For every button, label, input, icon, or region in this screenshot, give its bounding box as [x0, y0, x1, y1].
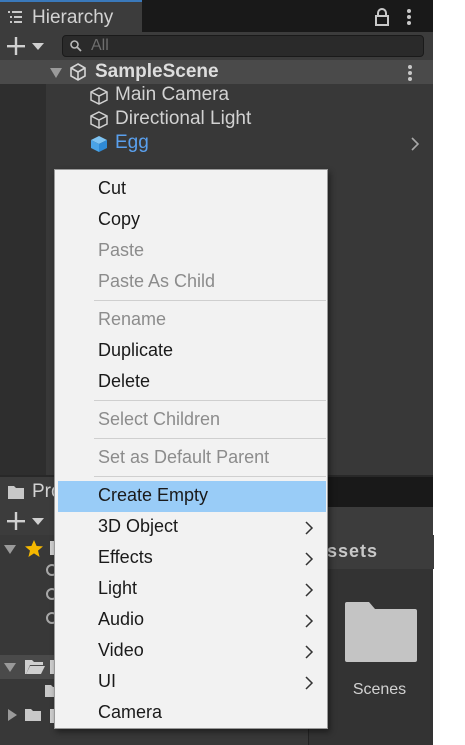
menu-item-label: Copy: [98, 209, 141, 229]
submenu-arrow-icon: [305, 552, 314, 566]
cube-filled-icon: [91, 136, 107, 152]
folder-icon[interactable]: [24, 708, 42, 722]
menu-item-label: Delete: [98, 371, 151, 391]
hierarchy-item-label: Egg: [115, 132, 149, 153]
menu-item-label: Camera: [98, 702, 163, 722]
expand-triangle-icon[interactable]: [50, 68, 62, 78]
cube-outline-icon: [90, 87, 108, 105]
cube-outline-icon: [90, 111, 108, 129]
menu-item-label: UI: [98, 671, 116, 691]
expand-triangle-icon[interactable]: [4, 661, 16, 673]
menu-item-set-as-default-parent: Set as Default Parent: [55, 443, 327, 474]
menu-item-label: Effects: [98, 547, 153, 567]
unity-scene-icon: [70, 63, 86, 81]
hierarchy-tab[interactable]: Hierarchy: [0, 0, 142, 32]
create-dropdown-button[interactable]: [6, 36, 46, 56]
menu-separator: [94, 400, 326, 401]
expand-triangle-icon[interactable]: [4, 543, 16, 555]
submenu-arrow-icon: [305, 676, 314, 690]
menu-separator: [94, 300, 326, 301]
menu-item-label: Rename: [98, 309, 167, 329]
menu-item-label: Video: [98, 640, 144, 660]
scene-name: SampleScene: [95, 61, 219, 82]
project-create-dropdown-button[interactable]: [6, 511, 46, 531]
menu-item-label: 3D Object: [98, 516, 179, 536]
hierarchy-toolbar: All: [0, 32, 433, 60]
menu-item-ui[interactable]: UI: [55, 667, 327, 698]
menu-separator: [94, 476, 326, 477]
menu-item-select-children: Select Children: [55, 405, 327, 436]
menu-item-rename: Rename: [55, 305, 327, 336]
menu-item-camera[interactable]: Camera: [55, 698, 327, 729]
scene-more-icon[interactable]: [404, 64, 416, 82]
menu-item-paste: Paste: [55, 236, 327, 267]
menu-item-label: Select Children: [98, 409, 221, 429]
folder-label-scenes: Scenes: [352, 681, 407, 698]
context-menu: Cut Copy Paste Paste As Child Rename Dup…: [54, 169, 328, 729]
menu-separator: [94, 438, 326, 439]
menu-item-label: Create Empty: [98, 485, 209, 505]
menu-item-label: Paste As Child: [98, 271, 216, 291]
menu-item-label: Audio: [98, 609, 145, 629]
menu-item-duplicate[interactable]: Duplicate: [55, 336, 327, 367]
menu-item-audio[interactable]: Audio: [55, 605, 327, 636]
menu-item-label: Light: [98, 578, 138, 598]
menu-item-effects[interactable]: Effects: [55, 543, 327, 574]
menu-item-create-empty[interactable]: Create Empty: [58, 481, 326, 512]
favorites-star-icon: [25, 540, 43, 557]
submenu-arrow-icon: [305, 645, 314, 659]
folder-icon: [8, 486, 24, 499]
menu-item-video[interactable]: Video: [55, 636, 327, 667]
hierarchy-item-egg[interactable]: Egg: [46, 132, 433, 156]
search-icon: [70, 40, 82, 52]
more-options-icon[interactable]: [402, 8, 416, 26]
menu-item-label: Set as Default Parent: [98, 447, 270, 467]
menu-item-light[interactable]: Light: [55, 574, 327, 605]
hierarchy-item-directional-light[interactable]: Directional Light: [46, 108, 433, 132]
search-input[interactable]: All: [62, 35, 424, 57]
hierarchy-item-label: Main Camera: [115, 84, 230, 105]
menu-item-label: Cut: [98, 178, 127, 198]
menu-item-paste-as-child: Paste As Child: [55, 267, 327, 298]
hierarchy-tab-label: Hierarchy: [32, 7, 114, 28]
scene-header-row[interactable]: SampleScene: [0, 60, 433, 84]
hierarchy-item-main-camera[interactable]: Main Camera: [46, 84, 433, 108]
hierarchy-gutter: [0, 84, 46, 475]
submenu-arrow-icon: [305, 614, 314, 628]
submenu-arrow-icon: [305, 521, 314, 535]
menu-item-3d-object[interactable]: 3D Object: [55, 512, 327, 543]
folder-open-icon: [25, 660, 45, 674]
folder-icon[interactable]: [343, 600, 419, 664]
collapse-triangle-icon[interactable]: [6, 709, 18, 721]
menu-item-cut[interactable]: Cut: [55, 174, 327, 205]
hierarchy-tab-bar: Hierarchy: [0, 0, 433, 32]
menu-item-delete[interactable]: Delete: [55, 367, 327, 398]
search-placeholder: All: [91, 37, 109, 54]
lock-icon[interactable]: [374, 8, 390, 26]
chevron-right-icon[interactable]: [410, 137, 420, 151]
menu-item-label: Duplicate: [98, 340, 174, 360]
list-icon: [8, 11, 22, 23]
menu-item-label: Paste: [98, 240, 145, 260]
hierarchy-item-label: Directional Light: [115, 108, 252, 129]
menu-item-copy[interactable]: Copy: [55, 205, 327, 236]
submenu-arrow-icon: [305, 583, 314, 597]
breadcrumb[interactable]: ssets: [327, 541, 378, 562]
